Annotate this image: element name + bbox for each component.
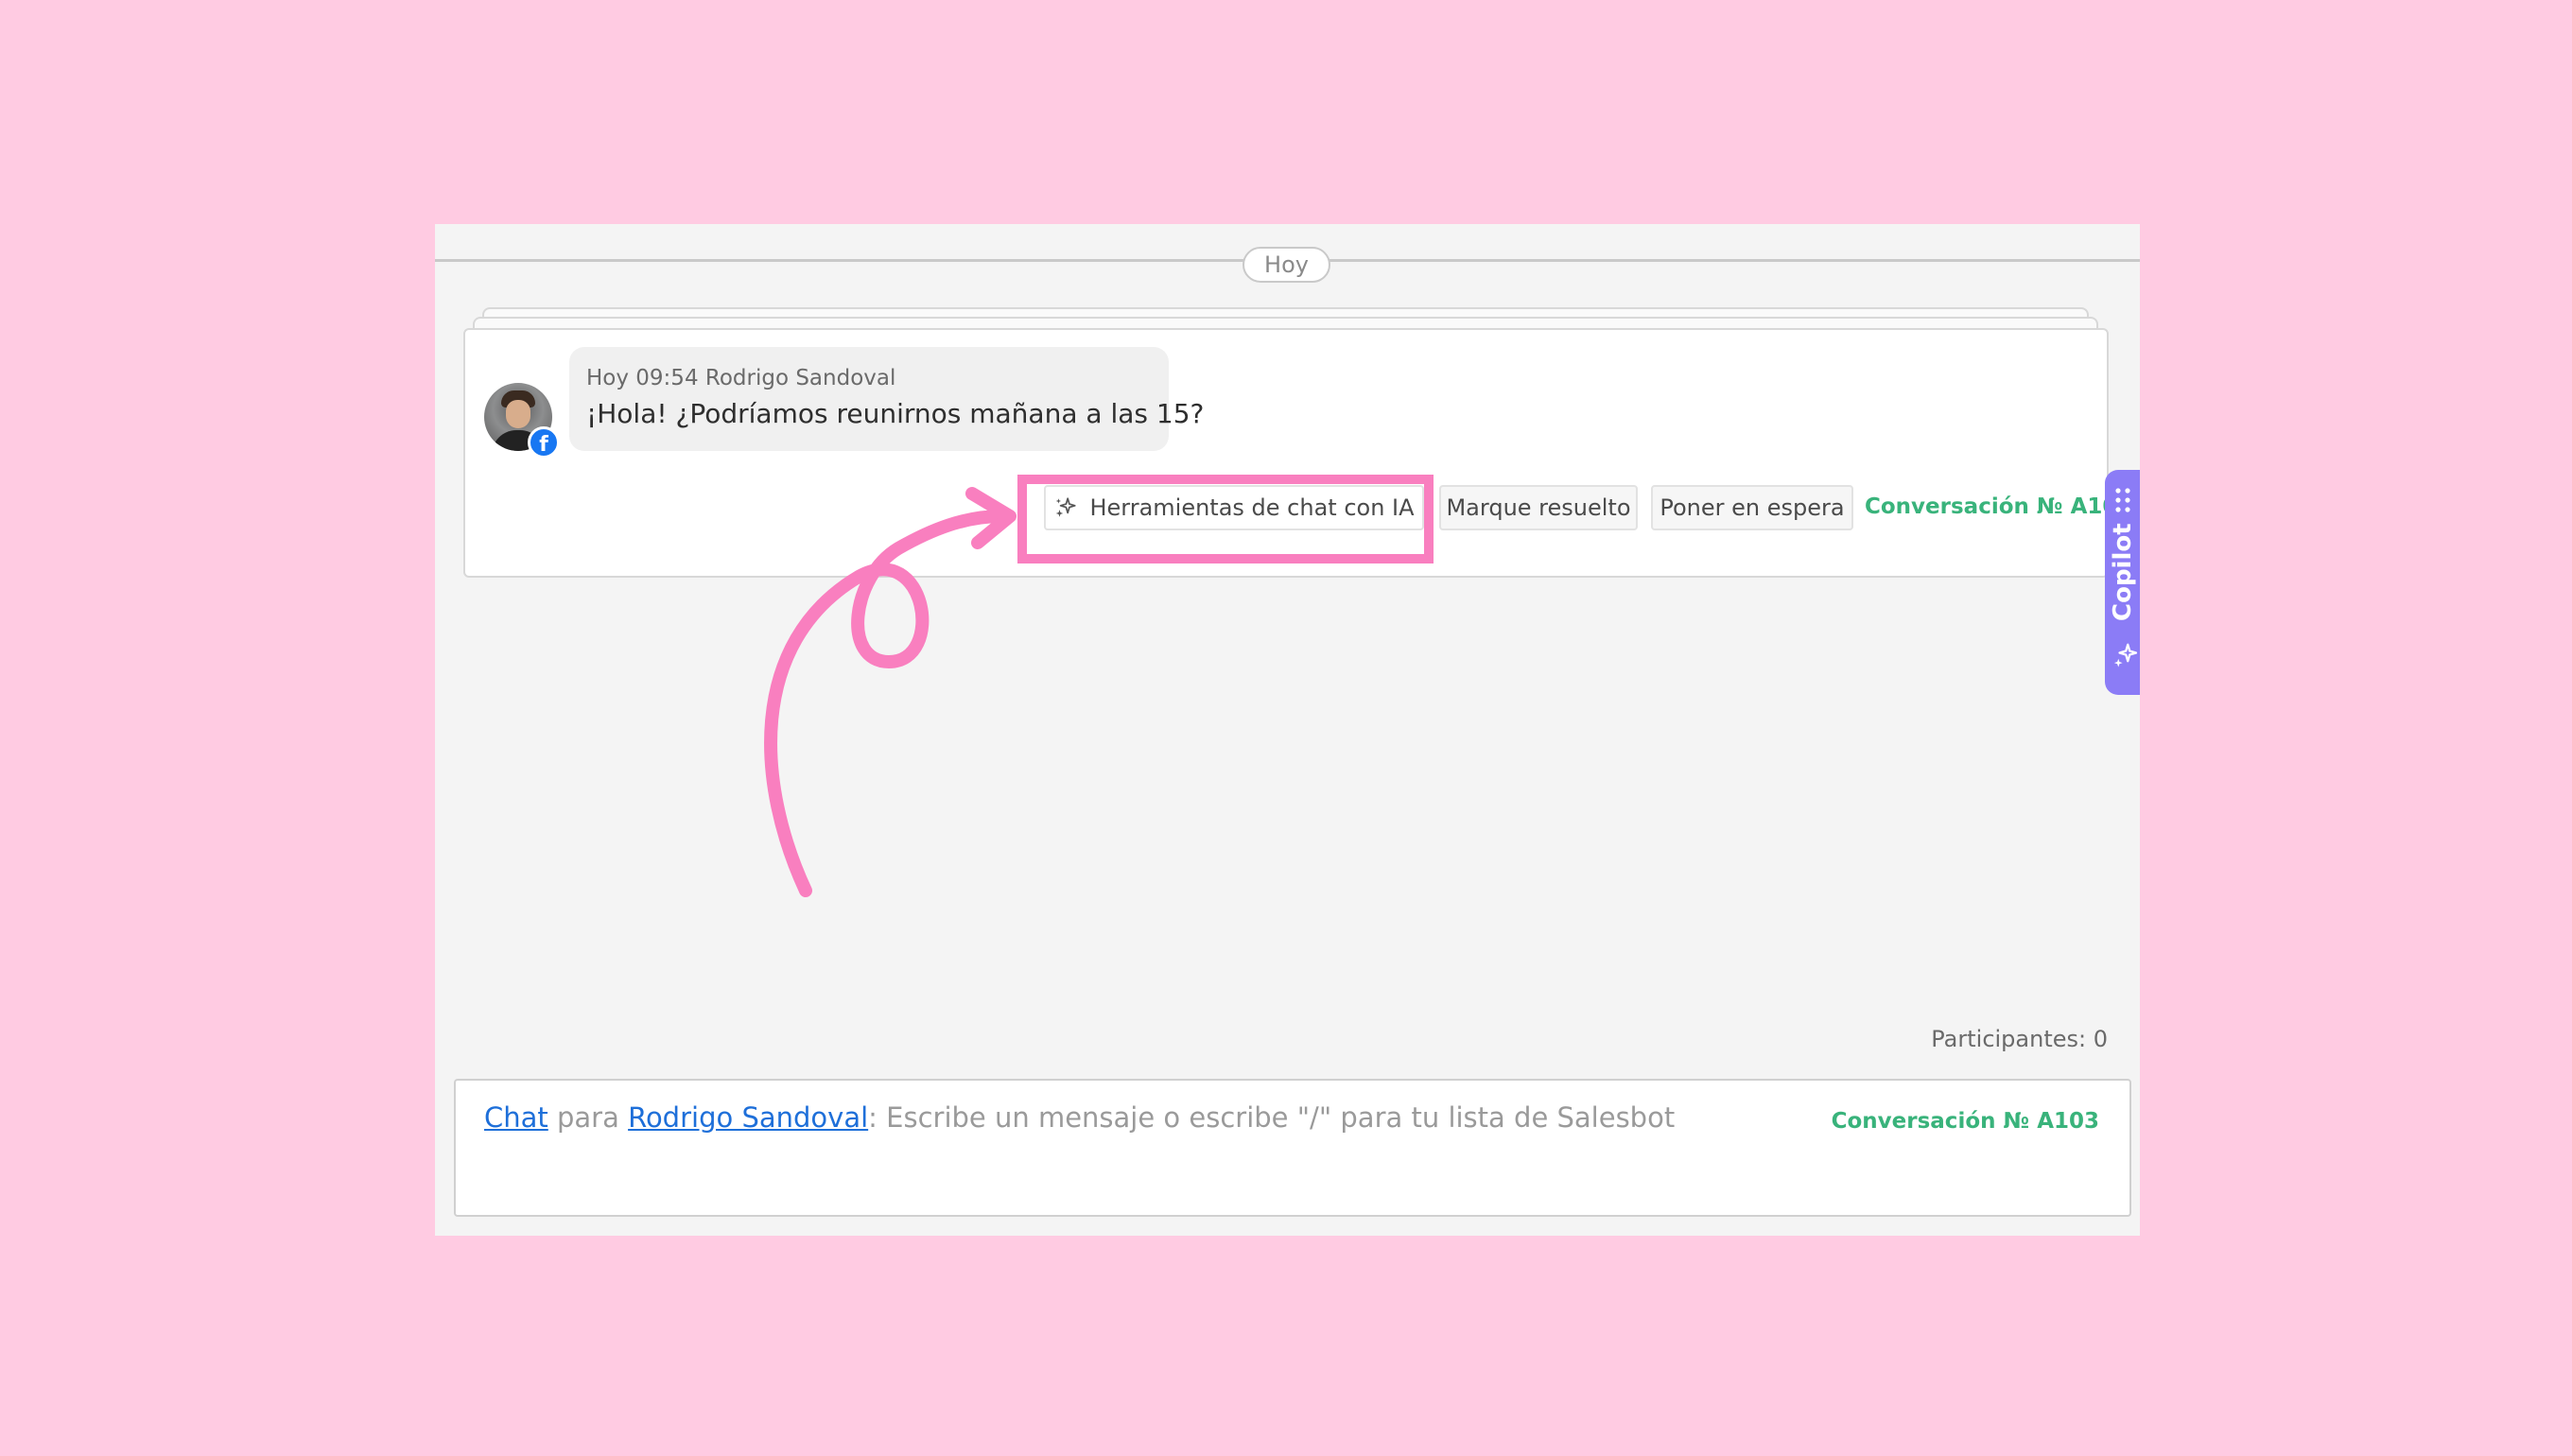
message-card: f Hoy 09:54 Rodrigo Sandoval ¡Hola! ¿Pod…	[463, 328, 2132, 578]
composer-connector: para	[547, 1101, 629, 1134]
ai-chat-tools-button[interactable]: Herramientas de chat con IA	[1044, 485, 1424, 530]
conversation-number-link[interactable]: Conversación № A103	[1865, 494, 2132, 519]
participants-count: Participantes: 0	[1931, 1026, 2108, 1052]
message-composer[interactable]: Chat para Rodrigo Sandoval: Escribe un m…	[454, 1079, 2131, 1217]
chat-panel: Hoy f Hoy 09:54 Rodrigo Sandoval ¡Hola! …	[435, 224, 2140, 1236]
drag-grip-icon[interactable]	[2114, 487, 2131, 513]
composer-placeholder[interactable]: : Escribe un mensaje o escribe "/" para …	[868, 1101, 1675, 1134]
put-on-hold-button[interactable]: Poner en espera	[1651, 485, 1853, 530]
composer-conversation-number[interactable]: Conversación № A103	[1832, 1109, 2099, 1134]
channel-link[interactable]: Chat	[484, 1101, 548, 1134]
message-text: ¡Hola! ¿Podríamos reunirnos mañana a las…	[586, 398, 1205, 429]
copilot-label: Copilot	[2109, 523, 2137, 621]
composer-prompt: Chat para Rodrigo Sandoval: Escribe un m…	[484, 1101, 1675, 1134]
sparkles-icon	[1056, 497, 1077, 517]
facebook-icon: f	[528, 426, 560, 459]
avatar-face	[506, 400, 530, 428]
message-meta: Hoy 09:54 Rodrigo Sandoval	[586, 366, 896, 390]
annotation-arrow	[764, 487, 1017, 897]
message-bubble: Hoy 09:54 Rodrigo Sandoval ¡Hola! ¿Podrí…	[569, 347, 1205, 451]
date-separator: Hoy	[1243, 247, 1330, 283]
copilot-tab[interactable]: Copilot	[2105, 470, 2140, 695]
recipient-link[interactable]: Rodrigo Sandoval	[628, 1101, 868, 1134]
ai-chat-tools-label: Herramientas de chat con IA	[1089, 494, 1415, 521]
mark-resolved-button[interactable]: Marque resuelto	[1439, 485, 1638, 530]
sparkles-icon	[2113, 643, 2138, 667]
